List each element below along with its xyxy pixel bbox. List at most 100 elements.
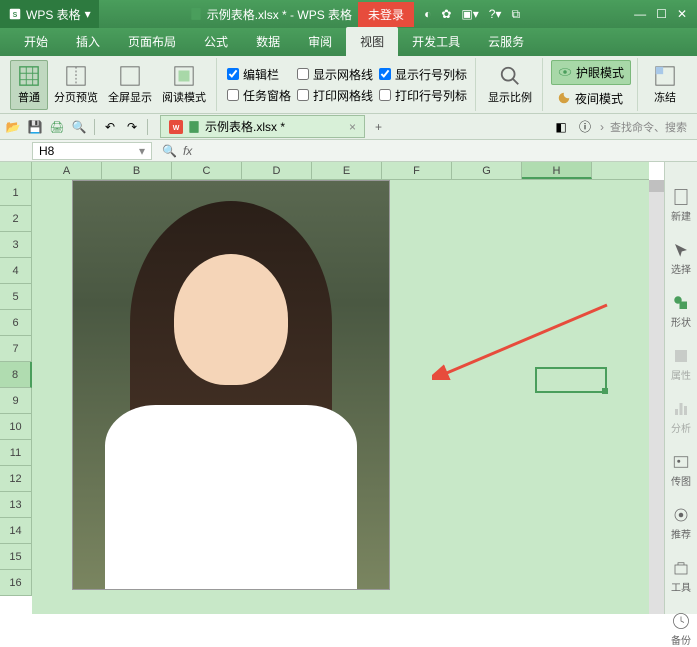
cloud-icon[interactable]: ✿ [441,7,451,21]
side-backup[interactable]: 备份 [671,612,691,647]
qat-open-icon[interactable]: 📂 [4,118,22,136]
chk-task-pane[interactable]: 任务窗格 [227,87,291,104]
recommend-icon [672,506,690,524]
search-box[interactable]: 查找命令、搜索 [610,119,687,135]
close-button[interactable]: ✕ [677,7,687,21]
menu-layout[interactable]: 页面布局 [114,27,190,56]
row-header[interactable]: 6 [0,310,32,336]
side-shape[interactable]: 形状 [671,294,691,329]
col-header[interactable]: D [242,162,312,179]
row-header[interactable]: 15 [0,544,32,570]
minimize-button[interactable]: — [634,7,646,21]
row-header[interactable]: 3 [0,232,32,258]
menu-cloud[interactable]: 云服务 [474,27,538,56]
scroll-thumb[interactable] [649,180,664,192]
row-header[interactable]: 10 [0,414,32,440]
view-pagebreak-button[interactable]: 分页预览 [50,60,102,110]
qat-help-icon[interactable]: ⓘ [576,118,594,136]
side-tools[interactable]: 工具 [671,559,691,594]
menu-devtools[interactable]: 开发工具 [398,27,474,56]
view-fullscreen-button[interactable]: 全屏显示 [104,60,156,110]
zoom-button[interactable]: 显示比例 [484,60,536,110]
col-header[interactable]: A [32,162,102,179]
col-header[interactable]: C [172,162,242,179]
row-header[interactable]: 4 [0,258,32,284]
row-header[interactable]: 2 [0,206,32,232]
upload-icon [672,453,690,471]
row-header[interactable]: 1 [0,180,32,206]
menu-formula[interactable]: 公式 [190,27,242,56]
vertical-scrollbar[interactable] [649,180,664,614]
app-name: WPS 表格 [26,6,81,23]
side-panel: 新建 选择 形状 属性 分析 传图 推荐 工具 备份 [664,162,697,614]
row-header[interactable]: 14 [0,518,32,544]
chk-headings[interactable]: 显示行号列标 [379,66,467,83]
row-header[interactable]: 9 [0,388,32,414]
qat-docer-icon[interactable]: ◧ [552,118,570,136]
night-mode-button[interactable]: 夜间模式 [551,87,631,110]
row-header[interactable]: 13 [0,492,32,518]
chk-print-grid[interactable]: 打印网格线 [297,87,373,104]
row-header[interactable]: 12 [0,466,32,492]
qat-redo-icon[interactable]: ↷ [123,118,141,136]
window-icon[interactable]: ⧉ [511,7,520,22]
select-all-corner[interactable] [0,162,32,180]
selected-cell[interactable] [535,367,607,393]
col-header[interactable]: G [452,162,522,179]
col-header[interactable]: E [312,162,382,179]
freeze-button[interactable]: 冻结 [646,60,684,110]
maximize-button[interactable]: ☐ [656,7,667,21]
side-new[interactable]: 新建 [671,188,691,223]
analyze-icon [672,400,690,418]
new-tab-button[interactable]: + [375,120,382,134]
grid-icon [18,65,40,87]
row-header[interactable]: 7 [0,336,32,362]
qat-save-icon[interactable]: 💾 [26,118,44,136]
app-dropdown-icon[interactable]: ▾ [85,7,91,21]
row-headers: 1 2 3 4 5 6 7 8 9 10 11 12 13 14 15 16 [0,180,32,596]
eye-mode-button[interactable]: 护眼模式 [551,60,631,85]
row-header[interactable]: 11 [0,440,32,466]
qat-preview-icon[interactable]: 🔍 [70,118,88,136]
qat-print-icon[interactable]: 🖨 [48,118,66,136]
view-readmode-button[interactable]: 阅读模式 [158,60,210,110]
help-icon[interactable]: ?▾ [489,7,502,21]
name-box[interactable]: H8 ▾ [32,142,152,160]
col-header[interactable]: B [102,162,172,179]
fx-icon[interactable]: fx [183,144,192,158]
file-tab-close-icon[interactable]: × [349,120,356,134]
chk-formula-bar[interactable]: 编辑栏 [227,66,291,83]
row-header[interactable]: 5 [0,284,32,310]
file-tab[interactable]: W 示例表格.xlsx * × [160,115,365,138]
app-badge[interactable]: S WPS 表格 ▾ [0,0,99,28]
menu-insert[interactable]: 插入 [62,27,114,56]
row-header[interactable]: 16 [0,570,32,596]
namebox-dropdown-icon[interactable]: ▾ [139,144,145,158]
menu-data[interactable]: 数据 [242,27,294,56]
file-tab-label: 示例表格.xlsx * [205,118,285,135]
row-header-selected[interactable]: 8 [0,362,32,388]
chk-gridlines[interactable]: 显示网格线 [297,66,373,83]
fx-search-icon[interactable]: 🔍 [162,144,177,158]
pagebreak-icon [65,65,87,87]
doc-icon [189,7,203,21]
side-recommend[interactable]: 推荐 [671,506,691,541]
view-normal-button[interactable]: 普通 [10,60,48,110]
side-pic[interactable]: 传图 [671,453,691,488]
login-button[interactable]: 未登录 [358,2,414,27]
skin-icon[interactable]: ▣▾ [461,7,478,21]
menu-review[interactable]: 审阅 [294,27,346,56]
menu-view[interactable]: 视图 [346,27,398,56]
qat-undo-icon[interactable]: ↶ [101,118,119,136]
embedded-image[interactable] [72,180,390,590]
tools-icon [672,559,690,577]
menu-start[interactable]: 开始 [10,27,62,56]
col-header[interactable]: F [382,162,452,179]
chk-print-headings[interactable]: 打印行号列标 [379,87,467,104]
side-select[interactable]: 选择 [671,241,691,276]
col-header-selected[interactable]: H [522,162,592,179]
cell-grid[interactable] [32,180,649,614]
sync-icon[interactable]: ◐ [424,7,431,21]
side-props: 属性 [671,347,691,382]
xlsx-icon [187,120,201,134]
